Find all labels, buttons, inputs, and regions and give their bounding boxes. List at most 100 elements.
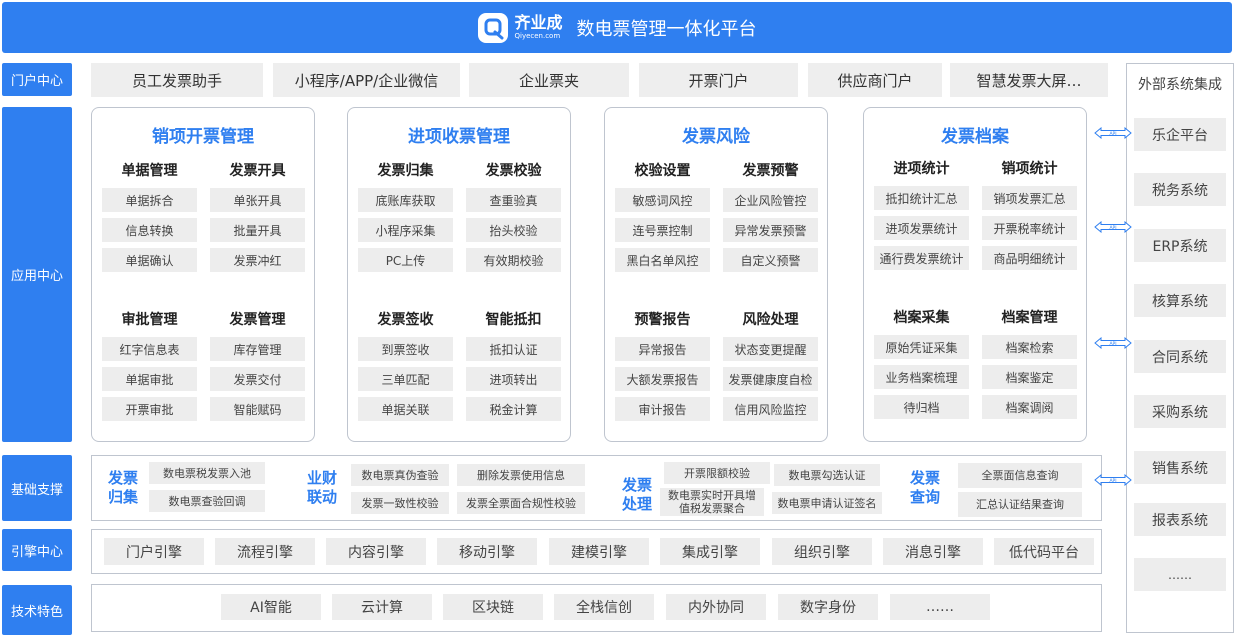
engine-item: 建模引擎 [549, 538, 649, 565]
logo-text: 齐业成 [514, 13, 563, 32]
external-item: 报表系统 [1134, 503, 1226, 536]
group-heading: 发票归集 [377, 163, 434, 179]
list-item: 库存管理 [210, 337, 305, 361]
list-item: 抬头校验 [466, 218, 561, 242]
base-item: 数电票勾选认证 [774, 464, 880, 486]
list-item: 红字信息表 [102, 337, 197, 361]
list-item: 税金计算 [466, 397, 561, 421]
list-item: 到票签收 [358, 337, 453, 361]
portal-item: 供应商门户 [808, 63, 942, 97]
group-heading: 发票签收 [377, 312, 434, 328]
list-item: 异常报告 [615, 337, 710, 361]
base-item: 汇总认证结果查询 [958, 492, 1082, 517]
base-heading: 发票 查询 [909, 469, 940, 506]
list-item: 有效期校验 [466, 248, 561, 272]
list-item: 档案鉴定 [982, 365, 1077, 389]
base-heading: 发票 归集 [107, 469, 138, 506]
list-item: 发票交付 [210, 367, 305, 391]
engine-item: 门户引擎 [104, 538, 204, 565]
group-heading: 发票校验 [485, 163, 542, 179]
base-item: 数电票查验回调 [149, 490, 265, 512]
tech-item: AI智能 [221, 594, 321, 620]
logo: 齐业成 Qiyecen.com [477, 12, 563, 44]
base-item: 删除发票使用信息 [457, 464, 585, 486]
label-engine: 引擎中心 [2, 529, 72, 571]
label-tech: 技术特色 [2, 585, 72, 635]
group-heading: 审批管理 [121, 312, 178, 328]
list-item: 状态变更提醒 [723, 337, 818, 361]
logo-subtext: Qiyecen.com [514, 32, 561, 40]
list-item: 通行费发票统计 [874, 246, 969, 270]
group-heading: 发票预警 [742, 163, 799, 179]
base-support-box: 发票 归集 数电票税发票入池 数电票查验回调 业财 联动 数电票真伪查验 删除发票使… [91, 455, 1102, 521]
engine-item: 内容引擎 [326, 538, 426, 565]
external-item: 税务系统 [1134, 173, 1226, 206]
base-item: 全票面信息查询 [958, 463, 1082, 488]
list-item: 商品明细统计 [982, 246, 1077, 270]
card-title: 进项收票管理 [408, 127, 510, 147]
base-heading: 业财 联动 [306, 469, 337, 506]
group-heading: 校验设置 [634, 163, 691, 179]
list-item: 异常发票预警 [723, 218, 818, 242]
api-label: API [1109, 225, 1116, 231]
tech-item: 云计算 [332, 594, 432, 620]
card-invoice-risk: 发票风险 校验设置 发票预警 敏感词风控 连号票控制 黑白名单风控 企业风险管控… [604, 107, 828, 442]
api-label: API [1109, 131, 1116, 137]
base-item: 数电票实时开具增 值税发票聚合 [660, 488, 764, 516]
group-heading: 发票开具 [229, 163, 286, 179]
external-item: …… [1134, 558, 1226, 591]
external-item: 核算系统 [1134, 284, 1226, 317]
external-item: ERP系统 [1134, 229, 1226, 262]
group-heading: 风险处理 [742, 312, 799, 328]
engine-item: 低代码平台 [994, 538, 1094, 565]
list-item: 信息转换 [102, 218, 197, 242]
list-item: 单张开具 [210, 188, 305, 212]
list-item: 待归档 [874, 395, 969, 419]
list-item: 发票冲红 [210, 248, 305, 272]
label-app: 应用中心 [2, 107, 72, 442]
list-item: 单据审批 [102, 367, 197, 391]
card-title: 销项开票管理 [152, 127, 254, 147]
card-title: 发票档案 [941, 127, 1009, 147]
list-item: 业务档案梳理 [874, 365, 969, 389]
api-label: API [1109, 341, 1116, 347]
engine-item: 流程引擎 [215, 538, 315, 565]
engine-item: 集成引擎 [660, 538, 760, 565]
external-item: 合同系统 [1134, 340, 1226, 373]
base-heading: 发票 处理 [621, 476, 652, 513]
list-item: 进项发票统计 [874, 216, 969, 240]
external-item: 销售系统 [1134, 451, 1226, 484]
engine-item: 移动引擎 [437, 538, 537, 565]
list-item: 档案检索 [982, 335, 1077, 359]
group-heading: 销项统计 [1001, 161, 1058, 177]
group-heading: 发票管理 [229, 312, 286, 328]
list-item: 发票健康度自检 [723, 367, 818, 391]
card-input-invoice: 进项收票管理 发票归集 发票校验 底账库获取 小程序采集 PC上传 查重验真 抬… [347, 107, 571, 442]
list-item: 开票审批 [102, 397, 197, 421]
list-item: 批量开具 [210, 218, 305, 242]
external-item: 乐企平台 [1134, 118, 1226, 151]
list-item: 信用风险监控 [723, 397, 818, 421]
label-base: 基础支撑 [2, 455, 72, 521]
api-arrow-icon: API [1094, 221, 1132, 233]
list-item: 自定义预警 [723, 248, 818, 272]
list-item: 审计报告 [615, 397, 710, 421]
list-item: 销项发票汇总 [982, 186, 1077, 210]
list-item: 查重验真 [466, 188, 561, 212]
portal-item: 员工发票助手 [91, 63, 263, 97]
engine-item: 组织引擎 [772, 538, 872, 565]
list-item: 开票税率统计 [982, 216, 1077, 240]
base-item: 发票全票面合规性校验 [457, 492, 585, 514]
api-arrow-icon: API [1094, 337, 1132, 349]
list-item: 小程序采集 [358, 218, 453, 242]
api-label: API [1109, 478, 1116, 484]
base-item: 数电票申请认证签名 [772, 492, 882, 514]
engine-item: 消息引擎 [883, 538, 983, 565]
list-item: 黑白名单风控 [615, 248, 710, 272]
list-item: 底账库获取 [358, 188, 453, 212]
group-heading: 档案采集 [893, 310, 950, 326]
portal-item: 企业票夹 [469, 63, 629, 97]
external-item: 采购系统 [1134, 395, 1226, 428]
card-output-invoice: 销项开票管理 单据管理 发票开具 单据拆合 信息转换 单据确认 单张开具 批量开… [91, 107, 315, 442]
list-item: 档案调阅 [982, 395, 1077, 419]
